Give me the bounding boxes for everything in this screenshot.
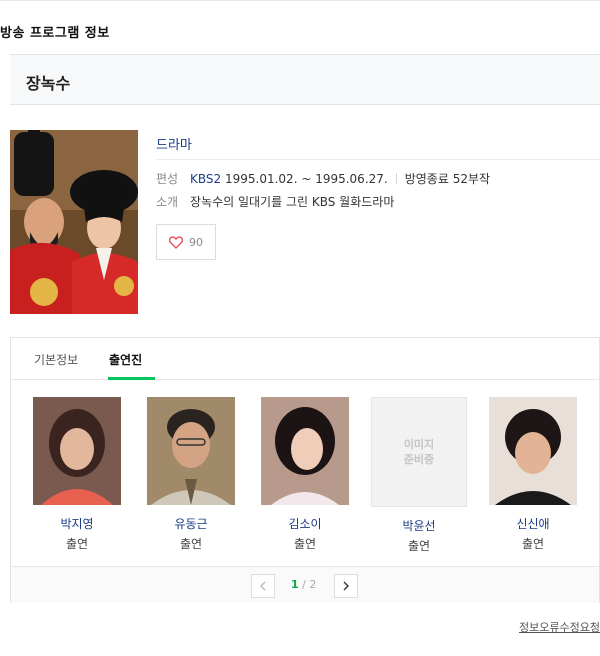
intro-label: 소개 [156,195,179,209]
cast-photo[interactable] [147,397,235,505]
cast-member[interactable]: 김소이 출연 [250,397,360,552]
broadcast-label: 편성 [156,172,179,186]
cast-name[interactable]: 박윤선 [364,517,474,534]
chevron-left-icon [260,581,266,591]
total-pages: 2 [309,578,317,591]
chevron-right-icon [343,581,349,591]
program-title-bar: 장녹수 [10,54,600,105]
cast-role: 출연 [407,539,431,553]
divider [156,159,600,160]
broadcast-dates: 1995.01.02. ~ 1995.06.27. [224,172,388,186]
cast-name[interactable]: 박지영 [22,515,132,532]
cast-list: 박지영 출연 유동근 출연 김소이 출연 이미지 준비중 박윤선 출연 신신애 … [11,397,599,557]
cast-photo[interactable] [489,397,577,505]
cast-photo[interactable] [261,397,349,505]
cast-name[interactable]: 김소이 [250,515,360,532]
intro-text: 장녹수의 일대기를 그린 KBS 월화드라마 [190,195,395,209]
separator [395,173,397,184]
page-separator: / [302,578,306,591]
prev-page-button[interactable] [251,574,275,598]
next-page-button[interactable] [334,574,358,598]
like-button[interactable]: 90 [156,224,216,260]
intro-info: 소개 장녹수의 일대기를 그린 KBS 월화드라마 [156,193,394,210]
broadcast-info: 편성 KBS2 1995.01.02. ~ 1995.06.27. 방영종료 52부… [156,170,490,187]
page-indicator: 1 / 2 [291,578,316,591]
pagination: 1 / 2 [11,566,599,603]
current-page: 1 [291,578,299,591]
genre-link[interactable]: 드라마 [156,134,192,153]
cast-member[interactable]: 박지영 출연 [22,397,132,552]
heart-icon [169,235,183,249]
cast-name[interactable]: 유동근 [136,515,246,532]
cast-role: 출연 [293,537,317,551]
broadcast-status: 방영종료 52부작 [404,172,491,186]
program-poster[interactable] [10,130,138,314]
report-error-link[interactable]: 정보오류수정요청 [519,619,600,635]
cast-photo[interactable] [33,397,121,505]
cast-member[interactable]: 이미지 준비중 박윤선 출연 [364,397,474,554]
cast-member[interactable]: 신신애 출연 [478,397,588,552]
cast-photo-placeholder[interactable]: 이미지 준비중 [371,397,467,507]
tab-basic-info[interactable]: 기본정보 [34,351,78,368]
tab-bar: 기본정보 출연진 [11,338,599,380]
cast-role: 출연 [179,537,203,551]
like-count: 90 [189,235,203,249]
active-tab-indicator [108,377,155,380]
program-title[interactable]: 장녹수 [26,70,70,94]
cast-role: 출연 [521,537,545,551]
tab-cast[interactable]: 출연진 [109,351,142,368]
cast-name[interactable]: 신신애 [478,515,588,532]
channel-link[interactable]: KBS2 [190,172,221,186]
info-tab-panel: 기본정보 출연진 박지영 출연 유동근 출연 김소이 출연 이미지 준비중 박윤… [10,337,600,603]
cast-member[interactable]: 유동근 출연 [136,397,246,552]
section-title: 방송 프로그램 정보 [0,26,110,41]
top-divider [0,0,600,1]
cast-role: 출연 [65,537,89,551]
